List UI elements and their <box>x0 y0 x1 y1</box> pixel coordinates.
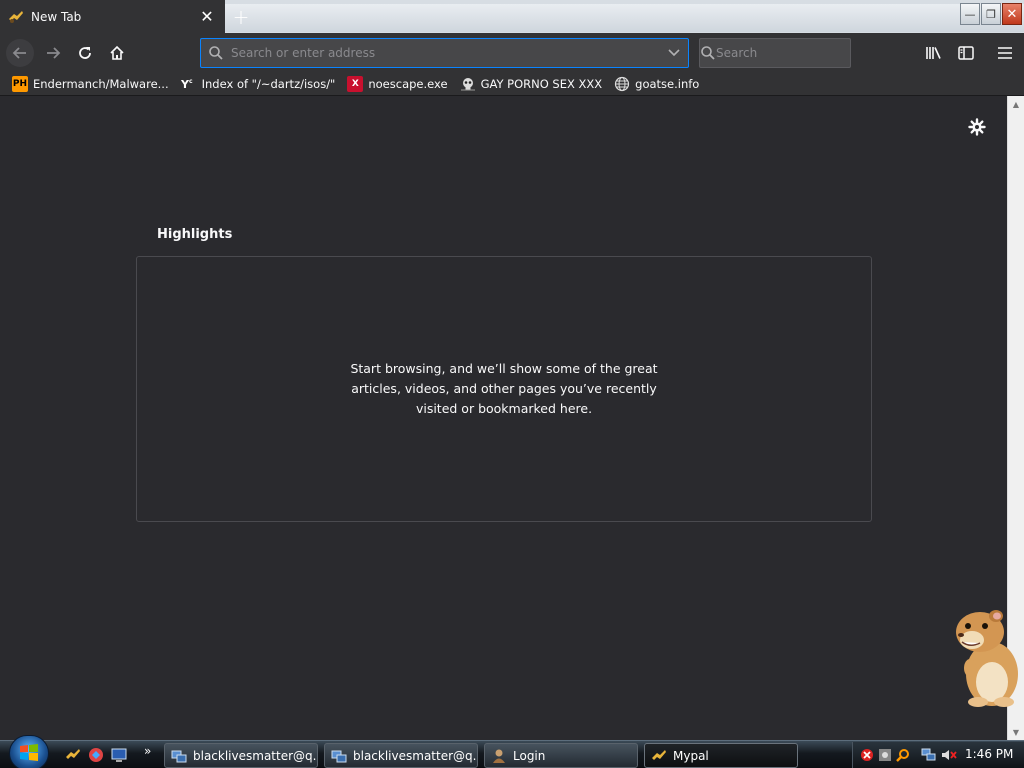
system-tray: 1:46 PM <box>852 742 1024 768</box>
window-controls: — ❐ ✕ <box>960 3 1022 25</box>
bookmark-item[interactable]: Yc Index of "/~dartz/isos/" <box>181 74 336 94</box>
navigation-toolbar <box>0 33 1024 73</box>
mypal-icon <box>8 9 24 25</box>
blocked-icon[interactable] <box>859 747 875 763</box>
highlights-heading: Highlights <box>157 227 233 242</box>
mypal-icon <box>651 748 667 764</box>
taskbar-item[interactable]: blacklivesmatter@q... <box>164 743 318 768</box>
quicklaunch-more-icon[interactable]: » <box>144 744 151 758</box>
bookmark-item[interactable]: GAY PORNO SEX XXX <box>460 74 603 94</box>
bookmark-label: GAY PORNO SEX XXX <box>480 77 603 91</box>
bookmark-label: goatse.info <box>635 77 700 91</box>
close-window-button[interactable]: ✕ <box>1002 3 1022 25</box>
search-bar[interactable] <box>699 38 866 68</box>
scroll-down-icon[interactable]: ▼ <box>1008 724 1024 740</box>
skull-favicon-icon <box>460 76 476 92</box>
tab-title: New Tab <box>31 9 82 24</box>
home-icon <box>110 45 124 60</box>
minimize-button[interactable]: — <box>960 3 980 25</box>
scroll-up-icon[interactable]: ▲ <box>1008 96 1024 112</box>
network-tray-icon[interactable] <box>921 747 937 763</box>
hamburger-menu-icon <box>998 47 1012 59</box>
bookmark-item[interactable]: goatse.info <box>614 74 699 94</box>
highlights-section: Start browsing, and we’ll show some of t… <box>136 256 872 522</box>
bookmark-item[interactable]: PH Endermanch/Malware... <box>12 74 169 94</box>
back-button[interactable] <box>6 39 34 67</box>
quicklaunch-mypal-icon[interactable] <box>64 746 82 764</box>
url-bar[interactable] <box>200 38 689 68</box>
sidebar-button[interactable] <box>952 39 980 67</box>
forward-arrow-icon <box>47 47 61 59</box>
pornhub-favicon-icon: PH <box>12 76 28 92</box>
quicklaunch-desktop-icon[interactable] <box>110 746 128 764</box>
svg-text:c: c <box>189 78 193 85</box>
windows-taskbar: » blacklivesmatter@q... blacklivesmatter… <box>0 735 1024 768</box>
library-button[interactable] <box>920 39 948 67</box>
globe-icon <box>614 76 630 92</box>
tab-close-button[interactable]: ✕ <box>197 7 217 27</box>
search-input[interactable] <box>716 46 866 60</box>
menu-button[interactable] <box>991 39 1019 67</box>
library-icon <box>926 47 941 59</box>
forward-button[interactable] <box>39 39 67 67</box>
bookmark-label: Index of "/~dartz/isos/" <box>201 77 336 91</box>
restore-button[interactable]: ❐ <box>981 3 1001 25</box>
home-button[interactable] <box>103 39 131 67</box>
search-icon <box>201 45 231 61</box>
user-icon <box>491 748 507 764</box>
tab-strip-background <box>225 4 1024 32</box>
gear-tray-icon[interactable] <box>877 747 893 763</box>
bookmark-label: Endermanch/Malware... <box>33 77 169 91</box>
taskbar-item[interactable]: Login <box>484 743 638 768</box>
back-arrow-icon <box>12 47 26 59</box>
taskbar-item-label: blacklivesmatter@q... <box>353 748 478 763</box>
hamster-desktop-pet-icon[interactable] <box>940 604 1024 708</box>
highlights-empty-message: Start browsing, and we’ll show some of t… <box>350 361 658 416</box>
search-icon <box>700 45 716 61</box>
title-bar: New Tab ✕ + — ❐ ✕ <box>0 0 1024 33</box>
new-tab-page: Highlights Start browsing, and we’ll sho… <box>0 96 1024 740</box>
taskbar-item[interactable]: blacklivesmatter@q... <box>324 743 478 768</box>
new-tab-button[interactable]: + <box>230 5 252 29</box>
bookmark-label: noescape.exe <box>368 77 448 91</box>
x-favicon-icon: X <box>347 76 364 92</box>
reload-icon <box>79 47 91 59</box>
volume-muted-icon[interactable] <box>941 747 957 763</box>
bookmarks-toolbar: PH Endermanch/Malware... Yc Index of "/~… <box>0 73 1024 96</box>
windows-logo-icon <box>20 744 38 761</box>
taskbar-item-label: blacklivesmatter@q... <box>193 748 318 763</box>
sidebar-icon <box>958 46 974 60</box>
network-icon <box>331 748 347 764</box>
chevron-down-icon[interactable] <box>660 49 688 57</box>
gear-icon <box>968 118 986 136</box>
url-input[interactable] <box>231 46 660 60</box>
tab-new-tab[interactable]: New Tab ✕ <box>0 0 225 33</box>
bookmark-item[interactable]: X noescape.exe <box>347 74 448 94</box>
reload-button[interactable] <box>71 39 99 67</box>
taskbar-item-label: Mypal <box>673 748 709 763</box>
taskbar-clock[interactable]: 1:46 PM <box>965 747 1013 761</box>
quicklaunch-app-icon[interactable] <box>87 746 105 764</box>
settings-button[interactable] <box>966 116 988 138</box>
network-icon <box>171 748 187 764</box>
magnifier-icon[interactable] <box>895 747 911 763</box>
ycombinator-favicon-icon: Yc <box>181 76 197 92</box>
taskbar-item-label: Login <box>513 748 546 763</box>
start-button[interactable] <box>9 735 49 768</box>
taskbar-item[interactable]: Mypal <box>644 743 798 768</box>
